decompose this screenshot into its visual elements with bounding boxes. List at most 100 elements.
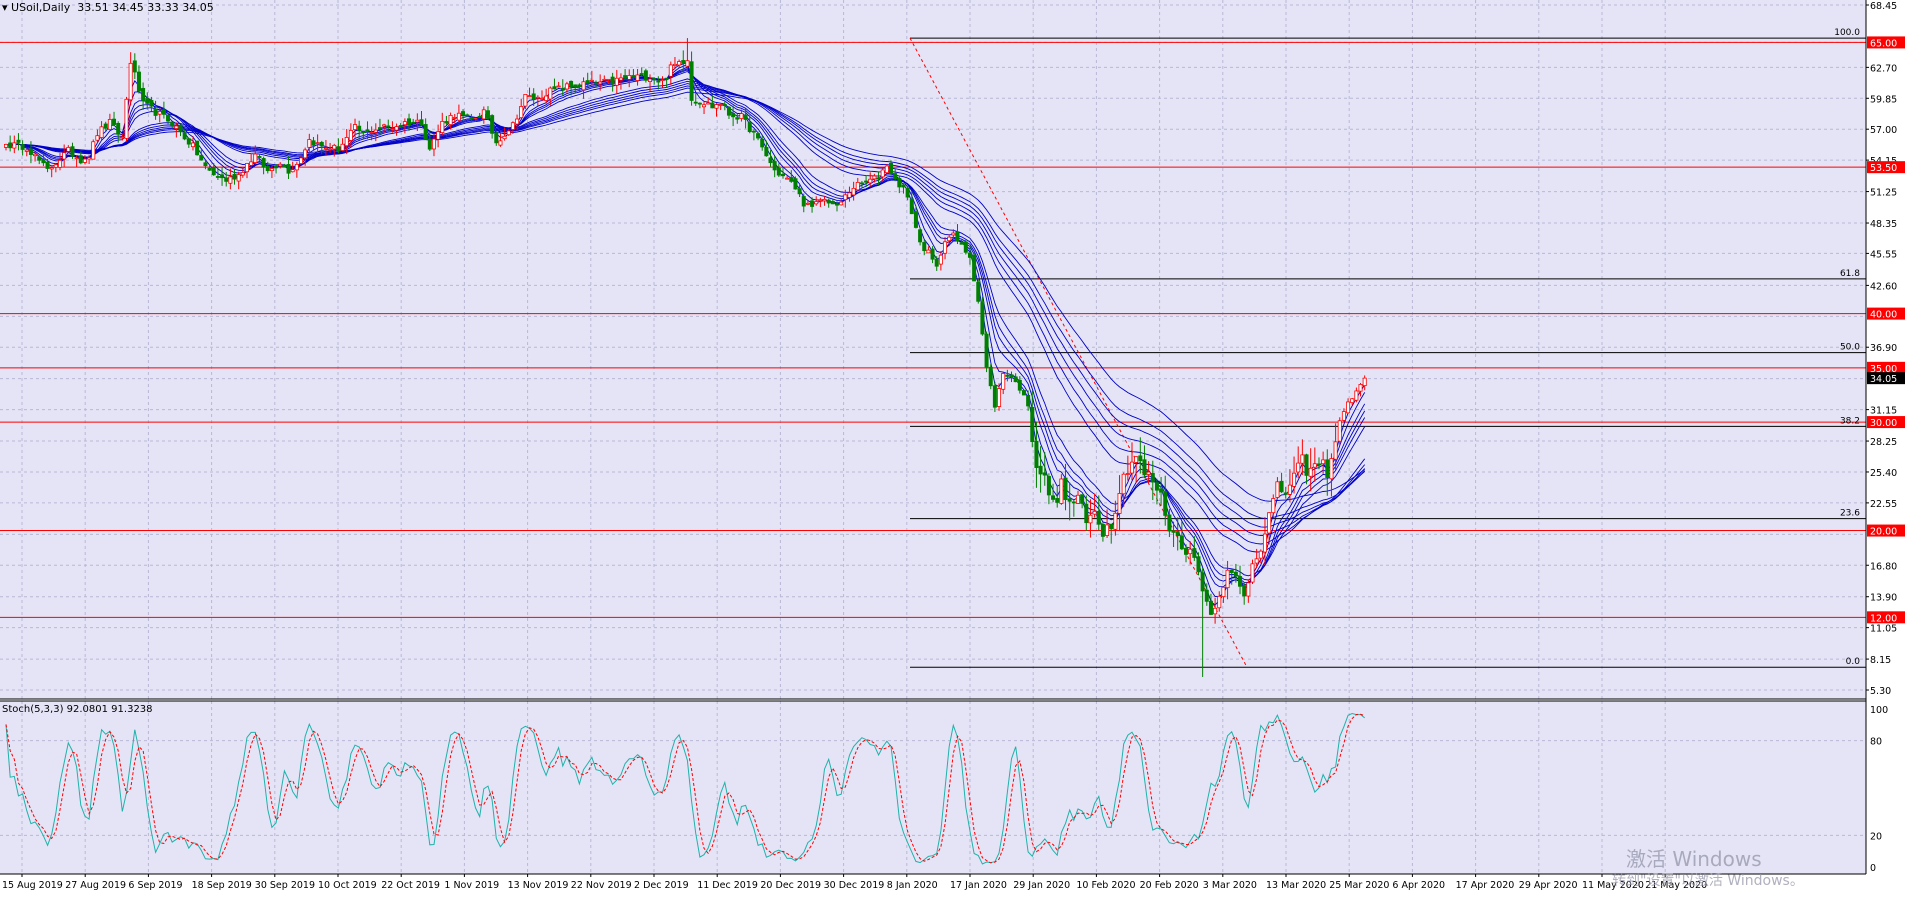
candle-body[interactable] [909, 198, 914, 215]
candle-body[interactable] [851, 187, 856, 196]
candle-body[interactable] [328, 148, 333, 151]
candle-body[interactable] [494, 132, 499, 144]
candle-body[interactable] [1346, 401, 1351, 414]
candle-body[interactable] [992, 385, 997, 408]
candle-body[interactable] [353, 124, 358, 131]
candle-body[interactable] [157, 111, 162, 115]
candle-body[interactable] [1337, 420, 1342, 442]
candle-body[interactable] [240, 172, 245, 176]
candle-body[interactable] [49, 167, 54, 170]
candle-body[interactable] [369, 132, 374, 134]
candle-body[interactable] [897, 177, 902, 188]
candle-body[interactable] [689, 61, 694, 101]
candle-body[interactable] [1075, 494, 1080, 504]
candle-body[interactable] [1138, 455, 1143, 462]
candle-body[interactable] [33, 153, 38, 157]
candle-body[interactable] [253, 153, 258, 164]
candle-body[interactable] [1192, 548, 1197, 558]
candle-body[interactable] [764, 146, 769, 157]
candle-body[interactable] [1055, 498, 1060, 503]
candle-body[interactable] [1175, 531, 1180, 537]
candle-body[interactable] [307, 139, 312, 148]
candle-body[interactable] [41, 159, 46, 164]
candle-body[interactable] [864, 180, 869, 183]
candle-body[interactable] [606, 78, 611, 81]
candle-body[interactable] [976, 281, 981, 302]
chart-canvas[interactable]: 100.0 61.8 50.0 38.2 23.6 0.0 68.45 65.00 62.70… [0, 0, 1906, 893]
candle-body[interactable] [265, 166, 270, 172]
candle-body[interactable] [922, 242, 927, 252]
candle-body[interactable] [456, 112, 461, 121]
candle-body[interactable] [12, 142, 17, 149]
candle-body[interactable] [1321, 459, 1326, 465]
candle-body[interactable] [556, 85, 561, 88]
candle-body[interactable] [1105, 524, 1110, 536]
candle-body[interactable] [581, 81, 586, 91]
candle-body[interactable] [847, 192, 852, 198]
candle-body[interactable] [1088, 514, 1093, 524]
candle-body[interactable] [768, 157, 773, 164]
candle-body[interactable] [1013, 376, 1018, 383]
candle-body[interactable] [1213, 607, 1218, 615]
candle-body[interactable] [959, 242, 964, 245]
candle-body[interactable] [319, 141, 324, 147]
candle-body[interactable] [1121, 473, 1126, 495]
candle-body[interactable] [523, 94, 528, 107]
candle-body[interactable] [855, 181, 860, 191]
candle-body[interactable] [947, 236, 952, 242]
candle-body[interactable] [170, 121, 175, 127]
candle-body[interactable] [1196, 556, 1201, 573]
candle-body[interactable] [693, 101, 698, 104]
candle-body[interactable] [286, 164, 291, 174]
candle-body[interactable] [282, 165, 287, 168]
candle-body[interactable] [1341, 411, 1346, 421]
candle-body[interactable] [1134, 456, 1139, 463]
candle-body[interactable] [323, 147, 328, 150]
candle-body[interactable] [506, 130, 511, 136]
candle-body[interactable] [195, 140, 200, 156]
candle-body[interactable] [332, 144, 337, 150]
candle-body[interactable] [656, 80, 661, 83]
candle-body[interactable] [1233, 571, 1238, 577]
candle-body[interactable] [70, 146, 75, 157]
candle-body[interactable] [614, 77, 619, 86]
candle-body[interactable] [635, 74, 640, 81]
candle-body[interactable] [577, 84, 582, 87]
candle-body[interactable] [1275, 481, 1280, 498]
candle-body[interactable] [1017, 379, 1022, 391]
candle-body[interactable] [182, 132, 187, 140]
candle-body[interactable] [407, 118, 412, 126]
candle-body[interactable] [785, 177, 790, 180]
candle-body[interactable] [564, 83, 569, 90]
candle-body[interactable] [477, 115, 482, 118]
candle-body[interactable] [132, 60, 137, 73]
candle-body[interactable] [257, 156, 262, 158]
candle-body[interactable] [224, 177, 229, 182]
candle-body[interactable] [963, 241, 968, 253]
candle-body[interactable] [128, 62, 133, 101]
candle-body[interactable] [1109, 523, 1114, 530]
candle-body[interactable] [668, 64, 673, 77]
candle-body[interactable] [136, 71, 141, 92]
candle-body[interactable] [473, 117, 478, 120]
candle-body[interactable] [926, 249, 931, 254]
candle-body[interactable] [589, 79, 594, 82]
candle-body[interactable] [1071, 501, 1076, 504]
candle-body[interactable] [810, 200, 815, 207]
candle-body[interactable] [220, 174, 225, 179]
candle-body[interactable] [984, 333, 989, 368]
candle-body[interactable] [236, 174, 241, 182]
candle-body[interactable] [348, 130, 353, 141]
candle-body[interactable] [1308, 467, 1313, 477]
candle-body[interactable] [988, 366, 993, 387]
candle-body[interactable] [793, 178, 798, 190]
candle-body[interactable] [299, 157, 304, 164]
candle-body[interactable] [37, 156, 42, 161]
candle-body[interactable] [344, 137, 349, 147]
candle-body[interactable] [602, 78, 607, 81]
candle-body[interactable] [772, 161, 777, 171]
candle-body[interactable] [1254, 558, 1259, 564]
candle-body[interactable] [66, 147, 71, 152]
candle-body[interactable] [1262, 533, 1267, 553]
candle-body[interactable] [1217, 595, 1222, 609]
